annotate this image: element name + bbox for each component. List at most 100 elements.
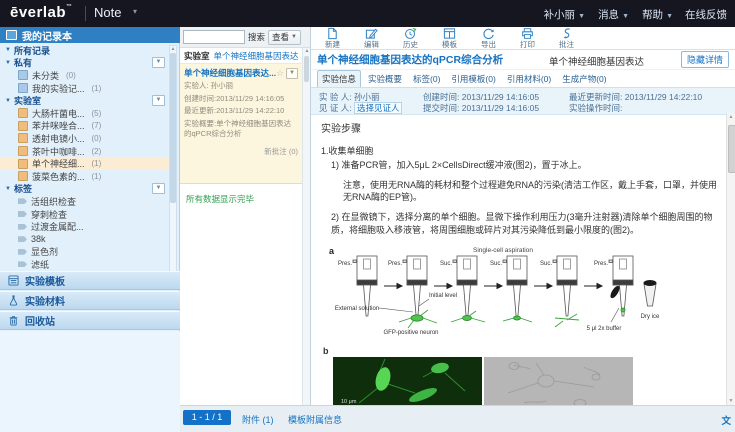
item-count: (1) bbox=[92, 84, 102, 93]
external-solution-label: External solution bbox=[335, 306, 379, 312]
side-collapsed-tab[interactable]: 文 bbox=[721, 413, 731, 427]
edit-button[interactable]: 编辑 bbox=[358, 27, 385, 50]
notebook-icon bbox=[18, 146, 28, 156]
chevron-down-icon[interactable]: ▾ bbox=[133, 7, 137, 16]
hide-details-button[interactable]: 隐藏详情 bbox=[681, 51, 729, 68]
experiment-content: 实验步骤 1.收集单细胞 1) 准备PCR管，加入5μL 2×CellsDire… bbox=[311, 113, 726, 405]
sidebar-scrollbar[interactable]: ▲ ▼ bbox=[169, 45, 177, 285]
search-input[interactable] bbox=[183, 30, 245, 44]
pipette-label-1: Pres. bbox=[338, 261, 352, 267]
tag-icon bbox=[18, 249, 27, 255]
sidebar-item-tem[interactable]: 透射电镜小...(0) bbox=[0, 132, 169, 145]
star-icon[interactable]: ☆ bbox=[276, 68, 284, 79]
pipette-label-4: Suc. bbox=[490, 261, 502, 267]
sidebar-recycle-bin-button[interactable]: 回收站 bbox=[0, 311, 180, 330]
search-row: 搜索 查看▼ bbox=[180, 27, 310, 48]
experiment-card-selected[interactable]: 单个神经细胞基因表达... ☆ ▼ 实验人: 孙小丽 创建时间:2013/11/… bbox=[180, 64, 302, 184]
scroll-up-arrow[interactable]: ▲ bbox=[304, 48, 310, 54]
experiment-detail-pane: 新建 编辑 历史 模板 导出 打印 bbox=[311, 27, 735, 405]
card-title[interactable]: 单个神经细胞基因表达... bbox=[184, 67, 276, 79]
sidebar-tag-filter-paper[interactable]: 滤纸 bbox=[0, 258, 169, 271]
scroll-down-arrow[interactable]: ▼ bbox=[727, 398, 735, 404]
section-dropdown-button[interactable]: ▼ bbox=[152, 95, 165, 106]
new-button[interactable]: 新建 bbox=[319, 27, 346, 50]
online-feedback-link[interactable]: 在线反馈 bbox=[685, 7, 727, 22]
logo-divider bbox=[85, 6, 86, 21]
sidebar-tag-biopsy[interactable]: 活组织检查 bbox=[0, 195, 169, 208]
chevron-down-icon: ▼ bbox=[666, 13, 673, 20]
section-dropdown-button[interactable]: ▼ bbox=[152, 183, 165, 194]
sidebar-tag-chromogen[interactable]: 显色剂 bbox=[0, 246, 169, 259]
sidebar-tag-38k[interactable]: 38k bbox=[0, 233, 169, 246]
card-created: 创建时间:2013/11/29 14:16:05 bbox=[184, 94, 298, 105]
scroll-thumb[interactable] bbox=[304, 56, 309, 82]
tag-icon bbox=[18, 236, 27, 242]
my-notebooks-header[interactable]: 我的记录本 bbox=[0, 27, 180, 43]
pipette-label-5: Suc. bbox=[540, 261, 552, 267]
sidebar-section-lab[interactable]: ▼实验室▼ bbox=[0, 94, 169, 107]
template-button[interactable]: 模板 bbox=[436, 27, 463, 50]
help-menu[interactable]: 帮助▼ bbox=[642, 7, 673, 22]
sidebar-tag-puncture[interactable]: 穿刺检查 bbox=[0, 208, 169, 221]
scroll-up-arrow[interactable]: ▲ bbox=[727, 114, 735, 120]
sidebar-materials-button[interactable]: 实验材料 bbox=[0, 291, 180, 310]
print-button[interactable]: 打印 bbox=[514, 27, 541, 50]
notebook-icon bbox=[18, 121, 28, 131]
template-icon bbox=[8, 275, 19, 286]
pipette-label-6: Pres. bbox=[594, 261, 608, 267]
experiment-info-panel: 实 验 人: 孙小丽 见 证 人: 选择见证人 创建时间: 2013/11/29… bbox=[311, 88, 735, 115]
card-dropdown-button[interactable]: ▼ bbox=[286, 68, 298, 79]
notebook-icon bbox=[18, 83, 28, 93]
item-count: (1) bbox=[92, 159, 102, 168]
notebook-icon bbox=[6, 30, 17, 40]
template-info-link[interactable]: 模板附属信息 bbox=[288, 413, 342, 426]
attachments-link[interactable]: 附件 (1) bbox=[242, 413, 274, 426]
collapse-triangle-icon: ▼ bbox=[5, 60, 11, 66]
view-button[interactable]: 查看▼ bbox=[268, 30, 301, 45]
sidebar-item-spinach-pigment[interactable]: 菠菜色素的...(1) bbox=[0, 170, 169, 183]
notebook-subtitle: 单个神经细胞基因表达 bbox=[549, 54, 644, 68]
export-button[interactable]: 导出 bbox=[475, 27, 502, 50]
scroll-up-arrow[interactable]: ▲ bbox=[170, 46, 176, 52]
gfp-neuron-label: GFP-positive neuron bbox=[383, 330, 438, 336]
notebook-icon bbox=[18, 108, 28, 118]
tab-tags[interactable]: 标签(0) bbox=[409, 71, 444, 87]
sidebar-templates-button[interactable]: 实验模板 bbox=[0, 271, 180, 290]
scroll-thumb[interactable] bbox=[170, 53, 176, 203]
tag-icon bbox=[18, 198, 27, 204]
topbar: ēverlab™ Note ▾ 补小丽▼ 消息▼ 帮助▼ 在线反馈 bbox=[0, 0, 735, 27]
scope-title-link[interactable]: 单个神经细胞基因表达 bbox=[214, 50, 299, 62]
pipette-label-2: Pres. bbox=[388, 261, 402, 267]
card-annotations-link[interactable]: 新批注 (0) bbox=[184, 146, 298, 157]
collapse-triangle-icon: ▼ bbox=[5, 47, 11, 53]
scope-label: 实验室 bbox=[184, 50, 210, 62]
trademark-symbol: ™ bbox=[66, 4, 73, 10]
tab-products[interactable]: 生成产物(0) bbox=[558, 71, 610, 87]
sidebar-section-all-records[interactable]: ▼所有记录 bbox=[0, 44, 169, 57]
sidebar-item-single-neuron-selected[interactable]: 单个神经细...(1) bbox=[0, 157, 169, 170]
sidebar-section-tags[interactable]: ▼标签▼ bbox=[0, 183, 169, 196]
sidebar-tag-transition-metal[interactable]: 过渡金属配... bbox=[0, 220, 169, 233]
sidebar-item-my-experiments[interactable]: 我的实验记...(1) bbox=[0, 82, 169, 95]
experiment-list-panel: 搜索 查看▼ 实验室 单个神经细胞基因表达 单个神经细胞基因表达... ☆ ▼ … bbox=[180, 27, 311, 405]
sidebar-item-tea-caffeine[interactable]: 茶叶中咖啡...(2) bbox=[0, 145, 169, 158]
collapse-triangle-icon: ▼ bbox=[5, 186, 11, 192]
messages-menu[interactable]: 消息▼ bbox=[598, 7, 629, 22]
sidebar-item-uncategorized[interactable]: 未分类(0) bbox=[0, 69, 169, 82]
list-scrollbar[interactable]: ▲ bbox=[302, 48, 310, 405]
content-scrollbar[interactable]: ▲ ▼ bbox=[726, 113, 735, 405]
tab-referenced-templates[interactable]: 引用模板(0) bbox=[447, 71, 499, 87]
step-2: 2) 在显微镜下，选择分离的单个细胞。显微下操作利用压力(3毫升注射器)清除单个… bbox=[331, 211, 716, 235]
search-button[interactable]: 搜索 bbox=[248, 31, 265, 43]
sidebar-item-benzimidazole[interactable]: 苯并咪唑合...(7) bbox=[0, 120, 169, 133]
tab-experiment-info[interactable]: 实验信息 bbox=[317, 70, 361, 87]
sidebar-section-private[interactable]: ▼私有▼ bbox=[0, 57, 169, 70]
tab-referenced-materials[interactable]: 引用材料(0) bbox=[503, 71, 555, 87]
sidebar-item-ecoli[interactable]: 大肠杆菌电...(5) bbox=[0, 107, 169, 120]
history-button[interactable]: 历史 bbox=[397, 27, 424, 50]
annotate-button[interactable]: 批注 bbox=[553, 27, 580, 50]
section-dropdown-button[interactable]: ▼ bbox=[152, 57, 165, 68]
scroll-thumb[interactable] bbox=[728, 125, 735, 173]
tab-experiment-summary[interactable]: 实验概要 bbox=[364, 71, 406, 87]
user-menu[interactable]: 补小丽▼ bbox=[544, 7, 585, 22]
